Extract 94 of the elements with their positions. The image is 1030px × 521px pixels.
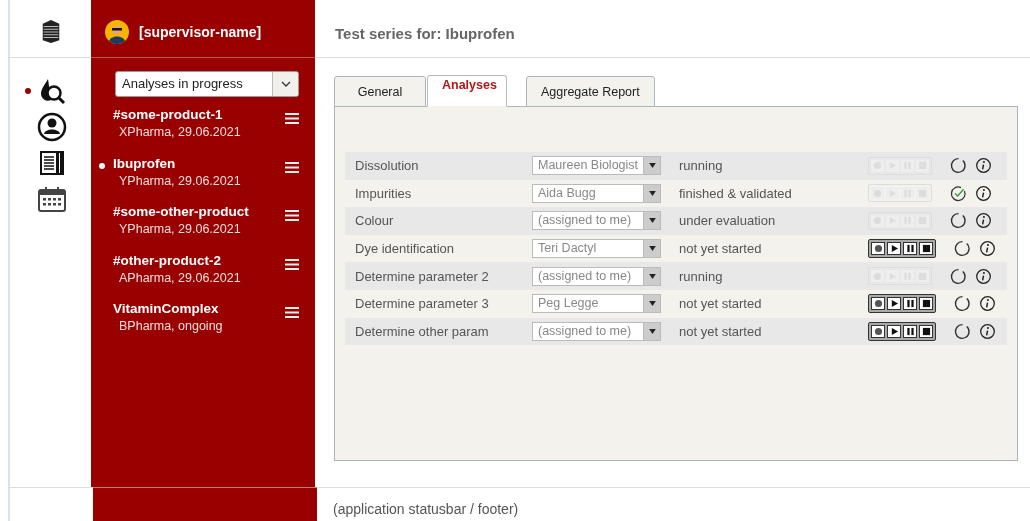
media-controls[interactable] [868, 239, 936, 259]
product-name[interactable]: #other-product-2 [113, 252, 285, 268]
analysis-name: Dissolution [355, 158, 420, 174]
record-button[interactable] [871, 297, 885, 311]
pause-button[interactable] [903, 297, 917, 311]
stop-icon [921, 299, 931, 309]
menu-icon[interactable] [285, 258, 299, 270]
info-icon[interactable] [979, 295, 996, 313]
record-icon [873, 299, 883, 309]
play-button[interactable] [887, 242, 901, 256]
analysis-name: Determine other param [355, 323, 490, 339]
menu-icon[interactable] [285, 307, 299, 318]
pause-icon [905, 299, 915, 309]
analysis-status: finished & validated [679, 185, 793, 201]
product-name[interactable]: #some-product-1 [113, 107, 285, 122]
stop-button[interactable] [919, 324, 933, 338]
menu-icon[interactable] [285, 113, 299, 124]
record-icon [873, 244, 883, 254]
tab[interactable]: Analyses [427, 75, 507, 107]
stop-icon [921, 244, 931, 254]
analysis-name: Determine parameter 3 [355, 296, 490, 312]
analysis-status: under evaluation [679, 213, 777, 229]
record-icon [873, 326, 883, 336]
dropdown-arrow-icon [648, 246, 656, 252]
analysis-name: Colour [355, 213, 395, 229]
pause-icon [905, 326, 915, 336]
play-icon [889, 244, 899, 254]
filter-dropdown[interactable]: Analyses in progress [115, 71, 299, 97]
refresh-icon[interactable] [950, 267, 967, 285]
pause-icon [905, 244, 915, 254]
analysis-status: not yet started [679, 296, 763, 312]
dropdown-arrow-icon [648, 301, 656, 307]
info-icon[interactable] [979, 240, 996, 258]
product-name[interactable]: Ibuprofen [113, 155, 285, 171]
avatar-icon [105, 19, 129, 44]
assignee-dropdown[interactable]: (assigned to me) [532, 211, 661, 231]
dropdown-arrow-icon [648, 328, 656, 334]
chevron-down-icon [280, 81, 291, 87]
stop-button[interactable] [919, 297, 933, 311]
dropdown-arrow-icon [648, 163, 656, 169]
info-icon[interactable] [975, 157, 992, 175]
analysis-name: Impurities [355, 185, 413, 201]
info-icon[interactable] [979, 322, 996, 340]
dropdown-arrow-icon [648, 190, 656, 196]
media-controls[interactable] [868, 321, 936, 341]
refresh-icon[interactable] [954, 295, 971, 313]
stop-icon [921, 326, 931, 336]
user-name: [supervisor-name] [139, 23, 262, 40]
play-icon [889, 299, 899, 309]
pause-button[interactable] [903, 242, 917, 256]
play-button[interactable] [887, 297, 901, 311]
assignee-dropdown[interactable]: Maureen Biologist [532, 156, 661, 176]
pause-button[interactable] [903, 324, 917, 338]
info-icon[interactable] [975, 212, 992, 230]
product-detail: APharma, 29.06.2021 [118, 270, 242, 285]
product-name[interactable]: VitaminComplex [113, 301, 285, 316]
product-detail: YPharma, 29.06.2021 [118, 173, 242, 188]
tab[interactable]: Aggregate Report [526, 76, 655, 107]
page-title: Test series for: Ibuprofen [335, 25, 515, 42]
dropdown-arrow-icon [648, 218, 656, 224]
refresh-icon[interactable] [950, 212, 967, 230]
analysis-name: Dye identification [355, 241, 455, 257]
dropdown-arrow-icon [648, 273, 656, 279]
assignee-dropdown[interactable]: Aida Bugg [532, 183, 661, 203]
analysis-status: not yet started [679, 241, 763, 257]
refresh-icon[interactable] [954, 322, 971, 340]
tab[interactable]: General [334, 76, 426, 107]
user-icon [36, 112, 67, 142]
assignee-dropdown[interactable]: (assigned to me) [532, 266, 661, 286]
product-detail: BPharma, ongoing [118, 319, 224, 333]
info-icon[interactable] [975, 267, 992, 285]
product-detail: YPharma, 29.06.2021 [118, 222, 242, 236]
status-bar-text: (application statusbar / footer) [333, 501, 519, 517]
record-button[interactable] [871, 324, 885, 338]
menu-icon[interactable] [285, 210, 299, 221]
calendar-icon [36, 184, 67, 214]
product-detail: XPharma, 29.06.2021 [118, 125, 242, 139]
analysis-name: Determine parameter 2 [355, 268, 490, 284]
assignee-dropdown[interactable]: Peg Legge [532, 294, 661, 314]
play-icon [889, 326, 899, 336]
menu-icon[interactable] [285, 161, 299, 173]
media-controls[interactable] [868, 294, 936, 314]
record-button[interactable] [871, 242, 885, 256]
assignee-dropdown[interactable]: Teri Dactyl [532, 239, 661, 259]
analysis-status: not yet started [679, 323, 763, 339]
play-button[interactable] [887, 324, 901, 338]
refresh-icon[interactable] [954, 240, 971, 258]
refresh-icon[interactable] [950, 157, 967, 175]
analysis-status: running [679, 268, 724, 284]
product-name[interactable]: #some-other-product [113, 204, 285, 219]
assignee-dropdown[interactable]: (assigned to me) [532, 321, 661, 341]
stop-button[interactable] [919, 242, 933, 256]
info-icon[interactable] [975, 184, 992, 202]
analysis-status: running [679, 158, 724, 174]
